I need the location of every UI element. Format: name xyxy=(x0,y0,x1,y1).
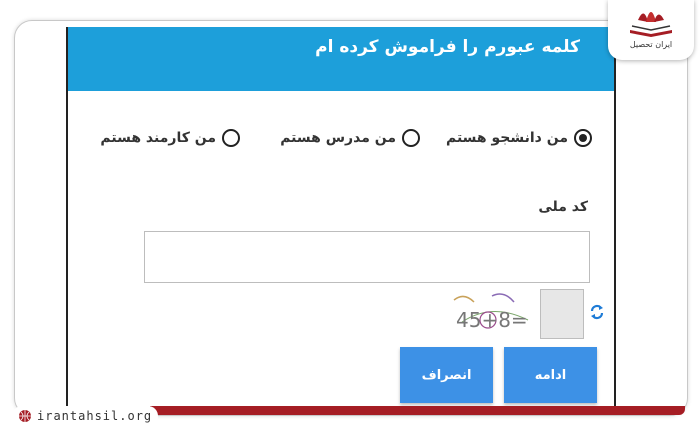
logo-text: ایران تحصیل xyxy=(629,40,673,49)
refresh-icon[interactable] xyxy=(588,303,606,321)
site-footer: irantahsil.org xyxy=(12,406,159,426)
site-url: irantahsil.org xyxy=(37,409,153,423)
national-code-label: کد ملی xyxy=(538,199,588,215)
brand-bar xyxy=(150,406,685,415)
forgot-password-dialog: کلمه عبورم را فراموش کرده ام من دانشجو ه… xyxy=(66,27,616,407)
captcha-answer-input[interactable] xyxy=(540,289,584,339)
radio-selected-dot xyxy=(579,134,587,142)
radio-teacher[interactable]: من مدرس هستم xyxy=(280,129,420,147)
radio-employee[interactable]: من کارمند هستم xyxy=(100,129,240,147)
continue-button[interactable]: ادامه xyxy=(504,347,597,403)
radio-employee-label: من کارمند هستم xyxy=(100,130,216,146)
dialog-header: کلمه عبورم را فراموش کرده ام xyxy=(68,27,614,91)
national-code-input[interactable] xyxy=(144,231,590,283)
captcha-image: 45+8= xyxy=(453,293,529,332)
radio-teacher-circle[interactable] xyxy=(402,129,420,147)
radio-teacher-label: من مدرس هستم xyxy=(280,130,396,146)
radio-student[interactable]: من دانشجو هستم xyxy=(446,129,592,147)
globe-icon xyxy=(19,410,31,422)
radio-employee-circle[interactable] xyxy=(222,129,240,147)
brand-logo: ایران تحصیل xyxy=(608,0,694,60)
cancel-button[interactable]: انصراف xyxy=(400,347,493,403)
radio-student-circle[interactable] xyxy=(574,129,592,147)
dialog-title: کلمه عبورم را فراموش کرده ام xyxy=(315,37,580,57)
radio-student-label: من دانشجو هستم xyxy=(445,130,568,146)
captcha-text: 45+8= xyxy=(456,308,528,332)
book-icon xyxy=(630,12,672,37)
